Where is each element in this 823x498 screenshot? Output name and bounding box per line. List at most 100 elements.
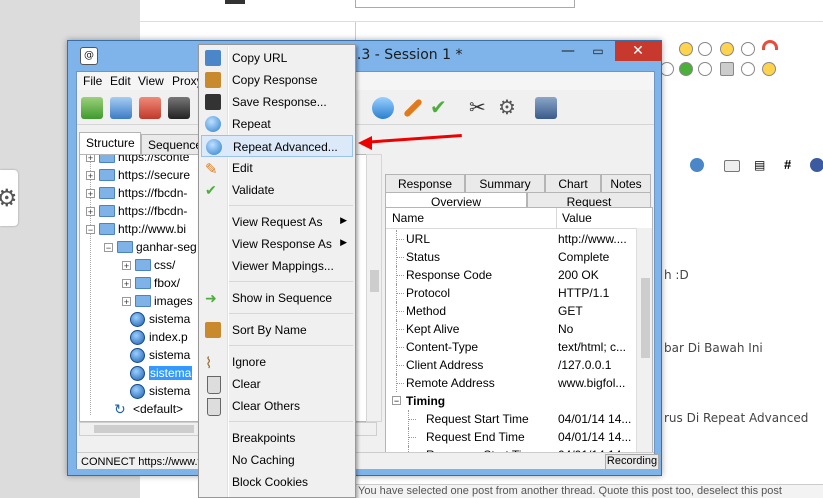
collapse-icon[interactable]: −: [392, 396, 401, 406]
open-folder-icon[interactable]: [110, 97, 132, 119]
grid-row[interactable]: Request Start Time 04/01/14 14...: [386, 410, 636, 428]
validate-icon[interactable]: ✔: [430, 97, 452, 119]
bug-icon[interactable]: [679, 62, 693, 76]
menu-item-repeat[interactable]: Repeat: [201, 113, 353, 135]
tab-structure[interactable]: Structure: [79, 132, 141, 154]
maximize-button[interactable]: ▭: [584, 41, 612, 61]
menu-item-save-response[interactable]: Save Response...: [201, 91, 353, 113]
smiley-icon[interactable]: [679, 42, 693, 56]
menu-item-view-request-as[interactable]: View Request As ▶: [201, 211, 353, 233]
edit-icon[interactable]: [403, 98, 423, 118]
expand-icon[interactable]: +: [86, 155, 95, 163]
column-separator[interactable]: [556, 208, 557, 228]
tab-sequence[interactable]: Sequence: [141, 134, 202, 154]
menu-file[interactable]: File: [83, 74, 102, 88]
menu-edit[interactable]: Edit: [110, 74, 131, 88]
remove-icon[interactable]: [139, 97, 161, 119]
grid-row[interactable]: Protocol HTTP/1.1: [386, 284, 636, 302]
menu-item-block-cookies[interactable]: Block Cookies: [201, 471, 353, 493]
menu-item-copy-response[interactable]: Copy Response: [201, 69, 353, 91]
rainbow-icon[interactable]: [762, 40, 778, 50]
menu-view[interactable]: View: [138, 74, 164, 88]
background-top-input[interactable]: [355, 0, 575, 8]
menu-item-edit[interactable]: ✎ Edit: [201, 157, 353, 179]
post-text-line: rus Di Repeat Advanced: [664, 411, 809, 425]
repeat-icon[interactable]: [372, 97, 394, 119]
tab-chart[interactable]: Chart: [545, 174, 601, 194]
menu-item-copy-url[interactable]: Copy URL: [201, 47, 353, 69]
scrollbar-thumb[interactable]: [370, 270, 379, 292]
menu-item-sort-by-name[interactable]: Sort By Name: [201, 319, 353, 341]
quote-notice: You have selected one post from another …: [355, 484, 823, 498]
tab-notes[interactable]: Notes: [601, 174, 651, 194]
grid-row[interactable]: Response Code 200 OK: [386, 266, 636, 284]
submenu-arrow-icon: ▶: [340, 237, 347, 247]
property-value: www.bigfol...: [558, 376, 626, 390]
menu-bar: File Edit View Proxy: [77, 72, 654, 90]
expand-icon[interactable]: +: [86, 189, 95, 199]
radio-icon[interactable]: [741, 62, 755, 76]
grid-row[interactable]: URL http://www....: [386, 230, 636, 248]
property-value: GET: [558, 304, 583, 318]
collapse-icon[interactable]: −: [104, 243, 113, 253]
title-bar[interactable]: @ 3.3 - Session 1 * — ▭ ✕: [68, 41, 661, 71]
menu-item-repeat-advanced[interactable]: Repeat Advanced...: [201, 135, 353, 157]
tree-vertical-scrollbar[interactable]: [366, 154, 382, 422]
cart-icon[interactable]: [535, 97, 557, 119]
expand-icon[interactable]: +: [122, 279, 131, 289]
globe-icon[interactable]: [690, 158, 704, 172]
grid-row[interactable]: Client Address/127.0.0.1: [386, 356, 636, 374]
php-icon[interactable]: [810, 158, 823, 172]
expand-icon[interactable]: +: [86, 171, 95, 181]
grid-row[interactable]: Kept Alive No: [386, 320, 636, 338]
close-button[interactable]: ✕: [615, 41, 661, 61]
new-session-icon[interactable]: [81, 97, 103, 119]
radio-icon[interactable]: [698, 62, 712, 76]
grid-vertical-scrollbar[interactable]: [636, 228, 652, 464]
scrollbar-thumb[interactable]: [641, 278, 650, 358]
menu-item-show-in-sequence[interactable]: ➜ Show in Sequence: [201, 287, 353, 309]
minimize-button[interactable]: —: [554, 41, 582, 61]
smiley-icon[interactable]: [720, 42, 734, 56]
menu-item-viewer-mappings[interactable]: Viewer Mappings...: [201, 255, 353, 277]
printer-icon[interactable]: [724, 160, 740, 172]
tools-icon[interactable]: ✂: [469, 97, 491, 119]
column-name-header[interactable]: Name: [392, 211, 424, 225]
scrollbar-thumb[interactable]: [94, 425, 194, 433]
tab-response[interactable]: Response: [385, 174, 465, 194]
grid-row[interactable]: Status Complete: [386, 248, 636, 266]
grid-row[interactable]: Method GET: [386, 302, 636, 320]
grid-row[interactable]: Request End Time 04/01/14 14...: [386, 428, 636, 446]
grid-group-row[interactable]: − Timing: [386, 392, 636, 410]
save-icon[interactable]: [168, 97, 190, 119]
expand-icon[interactable]: +: [122, 297, 131, 307]
hash-icon[interactable]: #: [784, 157, 791, 172]
grid-row[interactable]: Content-Type text/html; c...: [386, 338, 636, 356]
menu-item-clear[interactable]: Clear: [201, 373, 353, 395]
menu-item-view-response-as[interactable]: View Response As ▶: [201, 233, 353, 255]
expand-icon[interactable]: +: [122, 261, 131, 271]
comment-icon[interactable]: ▤: [754, 158, 768, 172]
smiley-icon[interactable]: [762, 62, 776, 76]
menu-item-clear-others[interactable]: Clear Others: [201, 395, 353, 417]
tab-summary[interactable]: Summary: [465, 174, 545, 194]
grid-header: Name Value: [386, 208, 652, 229]
expand-icon[interactable]: +: [86, 207, 95, 217]
grid-row[interactable]: Remote Address www.bigfol...: [386, 374, 636, 392]
radio-icon[interactable]: [698, 42, 712, 56]
menu-item-validate[interactable]: ✔ Validate: [201, 179, 353, 201]
box-icon[interactable]: [720, 62, 734, 76]
tree-node-label: sistema: [149, 312, 191, 326]
radio-icon[interactable]: [741, 42, 755, 56]
gear-icon[interactable]: ⚙: [498, 97, 520, 119]
menu-separator: [229, 345, 353, 346]
folder-icon: [99, 169, 115, 181]
column-value-header[interactable]: Value: [562, 211, 592, 225]
radio-icon[interactable]: [660, 62, 674, 76]
menu-item-ignore[interactable]: ⌇ Ignore: [201, 351, 353, 373]
recording-indicator[interactable]: Recording: [605, 454, 659, 470]
collapse-icon[interactable]: −: [86, 225, 95, 235]
settings-tab[interactable]: ⚙: [0, 170, 18, 226]
menu-item-breakpoints[interactable]: Breakpoints: [201, 427, 353, 449]
menu-item-no-caching[interactable]: No Caching: [201, 449, 353, 471]
